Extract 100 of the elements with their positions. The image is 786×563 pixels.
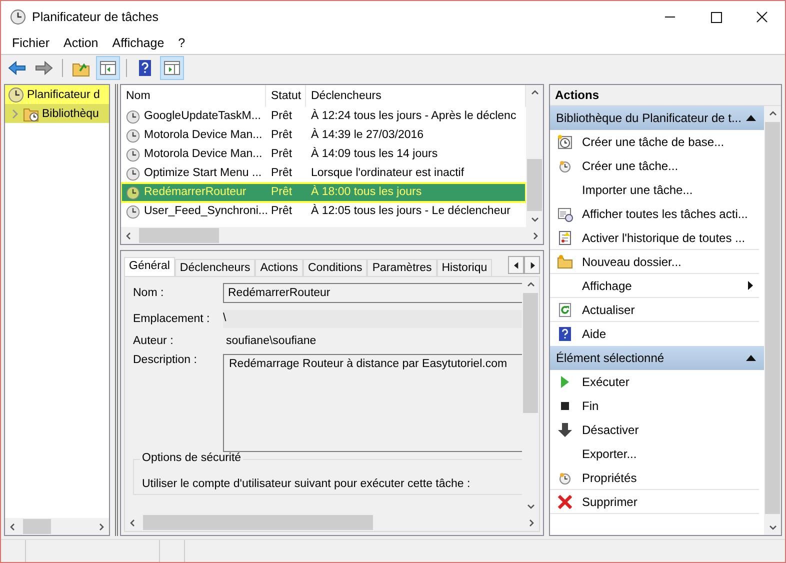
scroll-right-icon[interactable] (527, 518, 535, 526)
task-trigger: À 12:05 tous les jours - Le déclencheur (310, 203, 512, 219)
clock-icon (126, 148, 140, 162)
clock-icon (126, 110, 140, 124)
security-text: Utiliser le compte d'utilisateur suivant pour exécuter cette tâche : (142, 478, 472, 490)
collapse-icon (746, 355, 756, 361)
section-header[interactable]: Bibliothèque du Planificateur de t... (550, 106, 764, 130)
task-row[interactable]: Optimize Start Menu ... Prêt Lorsque l'ordinateur est inactif (121, 164, 526, 183)
task-name: Motorola Device Man... (144, 128, 262, 143)
left-triangle-icon (514, 262, 518, 268)
tab[interactable]: Déclencheurs (174, 259, 256, 276)
scroll-up-icon[interactable] (768, 110, 776, 118)
task-row[interactable]: GoogleUpdateTaskM... Prêt À 12:24 tous les jours - Après le déclenc (121, 107, 526, 126)
menu-item[interactable]: Affichage (105, 36, 172, 50)
notebook-icon (557, 230, 573, 246)
scroll-down-icon[interactable] (768, 523, 776, 531)
task-name: GoogleUpdateTaskM... (144, 109, 261, 124)
command-item[interactable]: Importer une tâche... (550, 178, 759, 202)
name-field[interactable]: RedémarrerRouteur (223, 283, 522, 303)
task-name: Optimize Start Menu ... (144, 166, 262, 181)
location-value: \ (223, 310, 522, 328)
horizontal-scrollbar[interactable] (125, 514, 539, 531)
command-item[interactable]: Fin (550, 394, 759, 418)
folder-clock-icon (23, 106, 39, 122)
menu-item[interactable]: ? (171, 36, 192, 50)
tab[interactable]: Actions (255, 259, 303, 276)
command-item[interactable]: Actualiser (550, 298, 759, 322)
scroll-down-icon[interactable] (530, 215, 538, 223)
clock-icon (126, 128, 140, 142)
command-item[interactable]: Supprimer (550, 490, 759, 514)
command-item[interactable]: Propriétés (550, 466, 759, 490)
panel-toggle-icon[interactable] (96, 56, 120, 80)
command-item[interactable]: Activer l'historique de toutes ... (550, 226, 759, 250)
tab[interactable]: Conditions (302, 259, 368, 276)
horizontal-scrollbar[interactable] (5, 518, 109, 535)
task-trigger: À 12:24 tous les jours - Après le déclenc (310, 108, 518, 124)
action-pane-toggle-icon[interactable] (160, 56, 184, 80)
tab[interactable]: Historiqu (436, 259, 492, 276)
scroll-left-icon[interactable] (129, 518, 137, 526)
command-item[interactable]: Afficher toutes les tâches acti... (550, 202, 759, 226)
command-item[interactable]: Créer une tâche... (550, 154, 759, 178)
command-item[interactable]: Créer une tâche de base... (550, 130, 759, 154)
section-header[interactable]: Élément sélectionné (550, 346, 764, 370)
task-trigger: Lorsque l'ordinateur est inactif (310, 166, 466, 181)
delete-icon (557, 494, 573, 510)
scroll-right-icon[interactable] (531, 232, 539, 240)
scroll-left-icon[interactable] (9, 522, 17, 530)
collapse-icon (746, 115, 756, 121)
field-label: Emplacement : (133, 313, 211, 325)
menu-item[interactable]: Fichier (5, 36, 57, 50)
task-status: Prêt (270, 128, 294, 143)
submenu-arrow-icon (748, 281, 753, 290)
menu-item[interactable]: Action (56, 36, 106, 50)
pane-title: Actions (550, 85, 781, 106)
tab[interactable]: Paramètres (367, 259, 437, 276)
horizontal-scrollbar[interactable] (121, 227, 543, 244)
clock-icon (126, 166, 140, 180)
tree-item[interactable]: Planificateur d (5, 85, 109, 104)
column-header[interactable]: Statut (266, 85, 306, 107)
task-row[interactable]: Motorola Device Man... Prêt À 14:09 tous les 14 jours (121, 145, 526, 164)
author-value: soufiane\soufiane (225, 335, 318, 347)
column-header[interactable]: Nom (121, 85, 266, 107)
task-status: Prêt (270, 147, 294, 162)
tab[interactable]: Général (124, 257, 175, 276)
command-item[interactable]: Nouveau dossier... (550, 250, 759, 274)
task-trigger: À 14:09 tous les 14 jours (310, 146, 439, 162)
scroll-up-icon[interactable] (530, 89, 538, 97)
field-label: Auteur : (133, 335, 174, 347)
command-item[interactable]: Affichage (550, 274, 759, 298)
field-label: Description : (133, 354, 198, 366)
task-row[interactable]: User_Feed_Synchroni... Prêt À 12:05 tous les jours - Le déclencheur (121, 202, 526, 221)
window-clock-icon (557, 206, 573, 222)
field-label: Nom : (133, 287, 165, 299)
description-field[interactable]: Redémarrage Routeur à distance par Easytutoriel.com (223, 354, 522, 452)
task-trigger: À 18:00 tous les jours (310, 184, 423, 200)
scroll-up-icon[interactable] (526, 281, 534, 289)
scroll-down-icon[interactable] (526, 502, 534, 510)
tab-scroll-left-button[interactable] (508, 256, 524, 274)
scroll-left-icon[interactable] (125, 232, 133, 240)
command-item[interactable]: Désactiver (550, 418, 759, 442)
tab-scroll-right-button[interactable] (524, 256, 540, 274)
command-item[interactable]: Exporter... (550, 442, 759, 466)
vertical-scrollbar[interactable] (526, 85, 543, 227)
tree-item[interactable]: Bibliothèqu (5, 104, 109, 123)
command-item[interactable]: Exécuter (550, 370, 759, 394)
scroll-right-icon[interactable] (97, 522, 105, 530)
task-status: Prêt (270, 109, 294, 124)
refresh-icon (557, 302, 573, 318)
task-row[interactable]: Motorola Device Man... Prêt À 14:39 le 27/03/2016 (121, 126, 526, 145)
clock-icon (126, 186, 140, 200)
task-status: Prêt (270, 204, 294, 219)
task-name: User_Feed_Synchroni... (144, 204, 268, 219)
task-trigger: À 14:39 le 27/03/2016 (310, 127, 425, 143)
clock-icon (8, 86, 24, 102)
task-name: Motorola Device Man... (144, 147, 262, 162)
vertical-scrollbar[interactable] (764, 106, 781, 535)
window-title: Planificateur de tâches (32, 10, 158, 24)
command-item[interactable]: Aide (550, 322, 759, 346)
task-status: Prêt (270, 185, 294, 200)
clock-icon (557, 158, 573, 174)
